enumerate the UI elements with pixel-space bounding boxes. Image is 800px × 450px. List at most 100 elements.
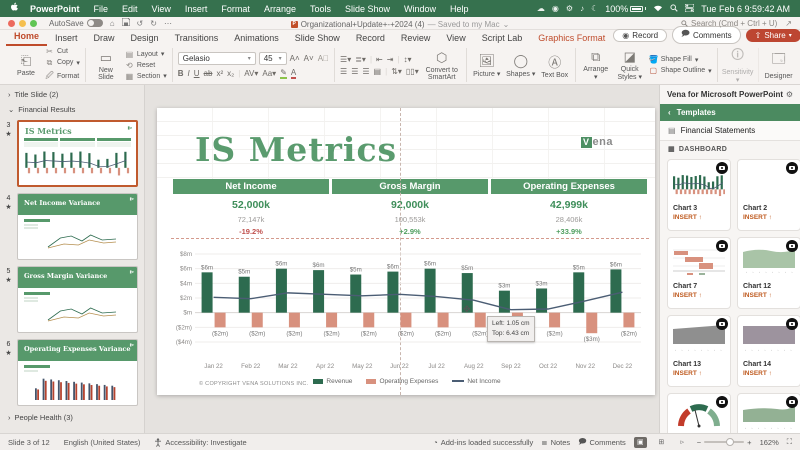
slide-thumbnail-5[interactable]: 5★ ▮vGross Margin Variance — [0, 263, 144, 336]
section-title-slide[interactable]: ›Title Slide (2) — [0, 87, 144, 102]
arrange-button[interactable]: ⧉Arrange ▾ — [581, 49, 611, 81]
reset-button[interactable]: ⟲Reset — [125, 61, 167, 70]
gear-status-icon[interactable]: ⚙ — [566, 4, 573, 13]
menu-view[interactable]: View — [145, 4, 178, 14]
tab-transitions[interactable]: Transitions — [167, 31, 227, 46]
card-insert-button[interactable]: INSERT ↑ — [743, 214, 795, 221]
section-people-health[interactable]: ›People Health (3) — [0, 409, 144, 426]
subscript-button[interactable]: x₂ — [227, 69, 234, 78]
kpi-table[interactable]: Net Income 52,000k 72,147k -19.2%Gross M… — [173, 179, 647, 236]
indent-button[interactable]: ⇥ — [387, 55, 394, 64]
close-window-button[interactable] — [8, 20, 15, 27]
menubar-clock[interactable]: Tue Feb 6 9:59:42 AM — [701, 4, 790, 14]
fit-slide-icon[interactable]: ⛶ — [787, 437, 792, 447]
notes-button[interactable]: ≣Notes — [541, 438, 570, 447]
language-status[interactable]: English (United States) — [64, 438, 141, 447]
columns-button[interactable]: ▯▯▾ — [406, 67, 419, 76]
music-icon[interactable]: ♪ — [580, 4, 584, 13]
numbering-button[interactable]: ≣▾ — [355, 55, 366, 64]
tab-insert[interactable]: Insert — [47, 31, 86, 46]
outdent-button[interactable]: ⇤ — [376, 55, 383, 64]
picture-button[interactable]: 🖼Picture ▾ — [472, 53, 502, 78]
card-insert-button[interactable]: INSERT ↑ — [673, 214, 725, 221]
card-insert-button[interactable]: INSERT ↑ — [673, 292, 725, 299]
align-left-button[interactable]: ☰ — [340, 67, 347, 76]
shapes-button[interactable]: ◯Shapes ▾ — [506, 53, 536, 78]
menu-format[interactable]: Format — [214, 4, 257, 14]
menu-file[interactable]: File — [87, 4, 116, 14]
section-financial-results[interactable]: ⌄Financial Results — [0, 102, 144, 117]
font-name-select[interactable]: Gelasio▾ — [178, 52, 256, 65]
tab-view[interactable]: View — [438, 31, 473, 46]
template-card-chart-37[interactable]: Chart 37 INSERT ↑ — [667, 393, 731, 433]
layout-button[interactable]: ▤Layout ▾ — [125, 50, 167, 59]
template-card-chart-13[interactable]: ›››››››› Chart 13 INSERT ↑ — [667, 315, 731, 387]
menu-edit[interactable]: Edit — [115, 4, 145, 14]
normal-view-button[interactable]: ▣ — [634, 437, 647, 448]
slide-thumbnail-3[interactable]: 3★ IS Metrics ▮v — [0, 117, 144, 190]
zoom-window-button[interactable] — [30, 20, 37, 27]
menu-arrange[interactable]: Arrange — [257, 4, 303, 14]
shape-fill-button[interactable]: 🪣Shape Fill ▾ — [649, 55, 712, 64]
tab-review[interactable]: Review — [393, 31, 439, 46]
financial-statements-item[interactable]: ▤ Financial Statements — [660, 121, 800, 141]
battery-indicator[interactable]: 100% — [605, 4, 646, 14]
zoom-knob[interactable] — [726, 438, 734, 446]
wifi-icon[interactable] — [653, 4, 663, 14]
template-card-chart-12[interactable]: ›››››››› Chart 12 INSERT ↑ — [737, 237, 800, 309]
zoom-percent[interactable]: 162% — [760, 438, 779, 447]
document-title[interactable]: P Organizational+Update+-+2024 (4) — Sav… — [291, 20, 510, 29]
share-doc-icon[interactable]: ↗ — [785, 19, 792, 28]
menu-insert[interactable]: Insert — [178, 4, 215, 14]
card-insert-button[interactable]: INSERT ↑ — [673, 370, 725, 377]
align-center-button[interactable]: ☰ — [351, 67, 358, 76]
undo-icon[interactable]: ↺ — [137, 19, 144, 28]
tab-record[interactable]: Record — [348, 31, 393, 46]
tab-design[interactable]: Design — [123, 31, 167, 46]
zoom-slider[interactable]: − + — [697, 438, 752, 447]
slide-thumbnail-preview[interactable]: ▮vNet Income Variance — [17, 193, 138, 260]
paste-button[interactable]: ⎗Paste — [11, 53, 41, 77]
tab-animations[interactable]: Animations — [226, 31, 287, 46]
control-center-icon[interactable] — [685, 4, 694, 14]
slideshow-view-button[interactable]: ▹ — [676, 437, 689, 448]
menu-window[interactable]: Window — [397, 4, 443, 14]
decrease-font-button[interactable]: A˅ — [304, 54, 314, 63]
minimize-window-button[interactable] — [19, 20, 26, 27]
template-card-chart-3[interactable]: Chart 3 INSERT ↑ — [667, 159, 731, 231]
highlight-color-button[interactable]: ✎ — [280, 68, 287, 79]
font-color-button[interactable]: A — [291, 68, 296, 79]
underline-button[interactable]: U — [194, 69, 200, 78]
italic-button[interactable]: I — [188, 69, 190, 78]
vena-settings-icon[interactable]: ⚙ — [786, 90, 793, 99]
dashboard-section-header[interactable]: ▦ DASHBOARD — [660, 141, 800, 157]
menu-tools[interactable]: Tools — [303, 4, 338, 14]
strikethrough-button[interactable]: ab — [204, 69, 213, 78]
autosave-toggle[interactable] — [87, 19, 103, 27]
align-right-button[interactable]: ☰ — [362, 67, 369, 76]
line-spacing-button[interactable]: ↕▾ — [404, 55, 412, 64]
justify-button[interactable]: ▤ — [374, 67, 382, 76]
tab-slide-show[interactable]: Slide Show — [287, 31, 348, 46]
format-painter-button[interactable]: 🖉Format — [45, 70, 80, 84]
tab-home[interactable]: Home — [6, 29, 47, 46]
tab-draw[interactable]: Draw — [86, 31, 123, 46]
kpi-net-income[interactable]: Net Income 52,000k 72,147k -19.2% — [173, 179, 329, 236]
moon-icon[interactable]: ☾ — [591, 4, 598, 13]
section-button[interactable]: ▦Section ▾ — [125, 72, 167, 81]
card-insert-button[interactable]: INSERT ↑ — [743, 370, 795, 377]
tab-script-lab[interactable]: Script Lab — [474, 31, 531, 46]
text-direction-button[interactable]: ⇅▾ — [391, 67, 402, 76]
slide-canvas[interactable]: IS Metrics V ena Net Income 52,000k 72,1… — [145, 85, 659, 433]
redo-icon[interactable]: ↻ — [150, 19, 157, 28]
font-size-select[interactable]: 45▾ — [259, 52, 287, 65]
vena-logo[interactable]: V ena — [581, 136, 613, 148]
more-commands-icon[interactable]: ⋯ — [164, 19, 172, 28]
card-insert-button[interactable]: INSERT ↑ — [743, 292, 795, 299]
slide-thumbnail-preview[interactable]: IS Metrics ▮v — [17, 120, 138, 187]
share-button[interactable]: ⇧Share▾ — [746, 29, 800, 42]
search-field[interactable]: Search (Cmd + Ctrl + U) — [681, 19, 777, 28]
convert-smartart-button[interactable]: ⬡Convert to SmartArt — [423, 50, 461, 81]
slide-editor[interactable]: IS Metrics V ena Net Income 52,000k 72,1… — [157, 108, 655, 395]
slide-thumbnail-preview[interactable]: ▮vGross Margin Variance — [17, 266, 138, 333]
